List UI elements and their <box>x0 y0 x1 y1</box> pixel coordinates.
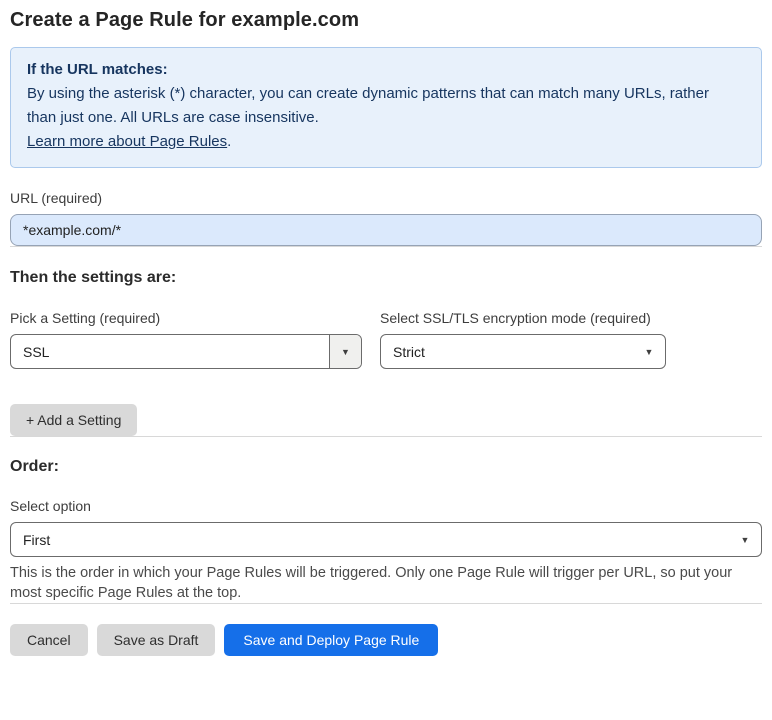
url-input[interactable] <box>10 214 762 246</box>
pick-setting-label: Pick a Setting (required) <box>10 310 161 326</box>
footer-actions: Cancel Save as Draft Save and Deploy Pag… <box>10 624 762 656</box>
order-section-heading: Order: <box>10 458 59 475</box>
divider <box>10 603 762 604</box>
chevron-down-icon: ▼ <box>329 335 361 368</box>
save-deploy-button[interactable]: Save and Deploy Page Rule <box>224 624 439 656</box>
info-box-heading: If the URL matches: <box>27 61 168 78</box>
info-box-body: By using the asterisk (*) character, you… <box>27 85 709 126</box>
order-select-label: Select option <box>10 498 91 514</box>
info-box-link-row: Learn more about Page Rules. <box>27 130 745 154</box>
link-suffix-period: . <box>227 133 232 150</box>
ssl-mode-select[interactable]: Strict ▼ <box>380 334 666 369</box>
page-title: Create a Page Rule for example.com <box>10 9 360 31</box>
ssl-mode-value: Strict <box>393 343 425 360</box>
pick-setting-column: Pick a Setting (required) SSL ▼ <box>10 310 362 369</box>
ssl-mode-column: Select SSL/TLS encryption mode (required… <box>380 310 666 369</box>
pick-setting-select[interactable]: SSL ▼ <box>10 334 362 369</box>
url-field-label: URL (required) <box>10 190 103 206</box>
ssl-mode-label: Select SSL/TLS encryption mode (required… <box>380 310 651 326</box>
cancel-button[interactable]: Cancel <box>10 624 88 656</box>
chevron-down-icon: ▼ <box>644 346 654 357</box>
url-match-info-box: If the URL matches: By using the asteris… <box>10 47 762 168</box>
create-page-rule-form: Create a Page Rule for example.com If th… <box>0 9 772 656</box>
settings-selects-row: Pick a Setting (required) SSL ▼ Select S… <box>10 310 762 369</box>
order-select-value: First <box>23 531 51 548</box>
divider <box>10 246 762 247</box>
divider <box>10 436 762 437</box>
save-draft-button[interactable]: Save as Draft <box>96 624 216 656</box>
pick-setting-value: SSL <box>23 343 50 360</box>
order-help-text: This is the order in which your Page Rul… <box>10 565 733 601</box>
add-setting-button[interactable]: + Add a Setting <box>10 404 138 436</box>
settings-section-heading: Then the settings are: <box>10 269 177 286</box>
chevron-down-icon: ▼ <box>740 534 750 545</box>
learn-more-link[interactable]: Learn more about Page Rules <box>27 133 227 150</box>
order-select[interactable]: First ▼ <box>10 522 762 557</box>
